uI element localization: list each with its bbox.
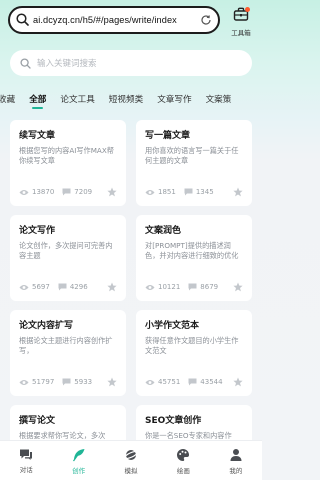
chat-icon <box>20 449 33 460</box>
card-description: 用你喜欢的语言写一篇关于任何主题的文章 <box>145 146 239 165</box>
comment-count: 8679 <box>200 283 219 291</box>
card-description: 根据您写的内容AI写作MAX帮你续写文章 <box>19 146 114 165</box>
user-icon <box>230 449 242 461</box>
tool-card[interactable]: 论文写作 论文创作，多次提问可完善内容主题 5697 4296 <box>10 215 126 301</box>
tool-card[interactable]: 写一篇文章 用你喜欢的语言写一篇关于任何主题的文章 1851 1345 <box>136 120 252 206</box>
tab-favorites[interactable]: 收藏 <box>0 93 15 105</box>
star-icon[interactable] <box>233 282 243 292</box>
comment-count: 4296 <box>69 283 88 291</box>
star-icon[interactable] <box>107 282 117 292</box>
comment-count: 5933 <box>74 378 93 386</box>
nav-chat[interactable]: 对话 <box>0 441 52 480</box>
comment-count: 43544 <box>200 378 223 386</box>
view-count: 1851 <box>158 188 176 196</box>
view-count: 51797 <box>32 378 55 386</box>
star-icon[interactable] <box>107 377 117 387</box>
star-icon[interactable] <box>233 377 243 387</box>
star-icon[interactable] <box>107 187 117 197</box>
view-count: 45751 <box>158 378 181 386</box>
card-title: 写一篇文章 <box>145 131 191 141</box>
card-description: 获得任意作文题目的小学生作文范文 <box>145 336 239 355</box>
category-tabs: 收藏 全部 论文工具 短视频类 文章写作 文案策 <box>0 89 262 109</box>
eye-icon <box>19 284 29 290</box>
eye-icon <box>145 189 155 195</box>
toolbox-button[interactable]: 工具箱 <box>226 6 256 37</box>
view-count: 5697 <box>32 283 50 291</box>
tool-card[interactable]: 小学作文范本 获得任意作文题目的小学生作文范文 45751 43544 <box>136 310 252 396</box>
star-icon[interactable] <box>233 187 243 197</box>
nav-label: 绘画 <box>176 467 190 475</box>
card-title: 论文内容扩写 <box>19 321 74 331</box>
nav-draw[interactable]: 绘画 <box>157 441 209 480</box>
comment-count: 7209 <box>74 188 93 196</box>
card-title: 撰写论文 <box>19 416 56 426</box>
eye-icon <box>145 284 155 290</box>
eye-icon <box>19 189 29 195</box>
nav-simulate[interactable]: 模拟 <box>105 441 157 480</box>
notification-dot <box>245 7 250 12</box>
eye-icon <box>19 379 29 385</box>
bottom-nav: 对话 创作 模拟 绘画 我的 <box>0 440 262 480</box>
planet-icon <box>124 450 138 460</box>
url-bar[interactable]: ai.dcyzq.cn/h5/#/pages/write/index <box>8 6 220 34</box>
comment-icon <box>188 378 197 386</box>
card-title: 续写文章 <box>19 131 56 141</box>
nav-label: 对话 <box>19 466 33 474</box>
tab-article-writing[interactable]: 文章写作 <box>157 93 191 105</box>
feather-icon <box>72 449 85 462</box>
eye-icon <box>145 379 155 385</box>
comment-icon <box>58 283 67 291</box>
nav-profile[interactable]: 我的 <box>210 441 262 480</box>
view-count: 10121 <box>158 283 181 291</box>
reload-icon[interactable] <box>200 11 212 30</box>
tab-paper-tools[interactable]: 论文工具 <box>60 93 94 105</box>
search-placeholder: 输入关键词搜索 <box>37 59 97 69</box>
comment-icon <box>62 378 71 386</box>
comment-icon <box>184 188 193 196</box>
card-title: SEO文章创作 <box>145 416 202 426</box>
tool-card[interactable]: 论文内容扩写 根据论文主题进行内容创作扩写， 51797 5933 <box>10 310 126 396</box>
comment-icon <box>62 188 71 196</box>
toolbox-label: 工具箱 <box>231 29 251 37</box>
comment-count: 1345 <box>195 188 214 196</box>
tool-card[interactable]: 续写文章 根据您写的内容AI写作MAX帮你续写文章 13870 7209 <box>10 120 126 206</box>
tab-copy-planning[interactable]: 文案策 <box>206 93 232 105</box>
card-description: 对[PROMPT]提供的描述润色，并对内容进行细致的优化 <box>145 241 239 260</box>
card-description: 根据论文主题进行内容创作扩写， <box>19 336 113 355</box>
nav-label: 我的 <box>229 467 243 475</box>
palette-icon <box>177 449 190 461</box>
card-title: 论文写作 <box>19 226 56 236</box>
nav-label: 创作 <box>72 467 86 475</box>
card-title: 小学作文范本 <box>145 321 200 331</box>
card-description: 论文创作，多次提问可完善内容主题 <box>19 241 113 260</box>
tool-card[interactable]: 文案润色 对[PROMPT]提供的描述润色，并对内容进行细致的优化 10121 … <box>136 215 252 301</box>
tab-short-video[interactable]: 短视频类 <box>109 93 143 105</box>
tab-all[interactable]: 全部 <box>29 93 46 109</box>
search-icon <box>20 54 31 73</box>
nav-label: 模拟 <box>124 467 138 475</box>
url-text: ai.dcyzq.cn/h5/#/pages/write/index <box>33 15 177 25</box>
nav-create[interactable]: 创作 <box>52 441 104 480</box>
view-count: 13870 <box>32 188 55 196</box>
search-icon <box>16 11 29 30</box>
card-title: 文案润色 <box>145 226 182 236</box>
comment-icon <box>188 283 197 291</box>
search-input[interactable]: 输入关键词搜索 <box>10 50 252 76</box>
